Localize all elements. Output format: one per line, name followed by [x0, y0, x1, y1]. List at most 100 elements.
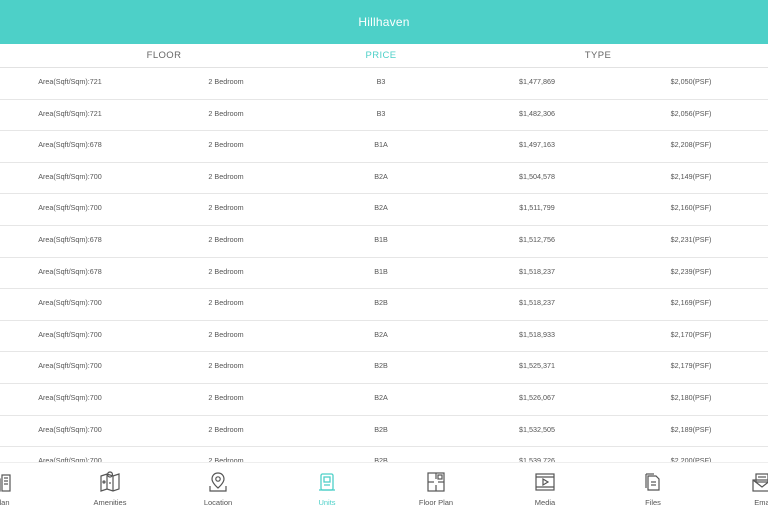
tab-ema[interactable]: Ema	[717, 463, 768, 512]
unit-psf: $2,180(PSF)	[670, 392, 712, 402]
unit-price: $1,482,306	[519, 108, 555, 118]
unit-area: Area(Sqft/Sqm):700	[38, 298, 102, 308]
table-row[interactable]: Area(Sqft/Sqm):700 2 Bedroom B2B $1,525,371…	[0, 352, 768, 384]
bottom-tab-bar: Plan Amenities Location Units Floor Plan Medi…	[0, 462, 768, 512]
files-icon	[642, 471, 664, 493]
unit-bedrooms: 2 Bedroom	[208, 361, 244, 371]
unit-psf: $2,239(PSF)	[670, 266, 712, 276]
unit-area: Area(Sqft/Sqm):700	[38, 203, 102, 213]
tab-plan[interactable]: Plan	[0, 463, 47, 512]
unit-bedrooms: 2 Bedroom	[208, 266, 244, 276]
unit-type: B2A	[374, 171, 388, 181]
table-row[interactable]: Area(Sqft/Sqm):721 2 Bedroom B3 $1,477,869 $…	[0, 68, 768, 100]
unit-psf: $2,208(PSF)	[670, 140, 712, 150]
unit-psf: $2,169(PSF)	[670, 298, 712, 308]
tab-location[interactable]: Location	[173, 463, 263, 512]
table-row[interactable]: Area(Sqft/Sqm):678 2 Bedroom B1A $1,497,163…	[0, 131, 768, 163]
unit-type: B2A	[374, 392, 388, 402]
tab-floor-plan[interactable]: Floor Plan	[391, 463, 481, 512]
unit-price: $1,518,933	[519, 329, 555, 339]
media-play-icon	[534, 471, 556, 493]
unit-type: B2A	[374, 329, 388, 339]
unit-type: B2A	[374, 203, 388, 213]
unit-bedrooms: 2 Bedroom	[208, 203, 244, 213]
tab-amenities[interactable]: Amenities	[65, 463, 155, 512]
tab-label: Location	[203, 498, 233, 507]
unit-price: $1,518,237	[519, 266, 555, 276]
tab-label: Amenities	[93, 498, 127, 507]
table-row[interactable]: Area(Sqft/Sqm):700 2 Bedroom B2A $1,526,067…	[0, 384, 768, 416]
unit-area: Area(Sqft/Sqm):721	[38, 108, 102, 118]
sort-floor-button[interactable]: FLOOR	[147, 44, 182, 68]
unit-type: B1B	[374, 234, 388, 244]
table-row[interactable]: Area(Sqft/Sqm):700 2 Bedroom B2A $1,511,799…	[0, 194, 768, 226]
unit-bedrooms: 2 Bedroom	[208, 392, 244, 402]
unit-bedrooms: 2 Bedroom	[208, 171, 244, 181]
unit-bedrooms: 2 Bedroom	[208, 140, 244, 150]
sort-bar: FLOOR PRICE TYPE	[0, 44, 768, 68]
unit-psf: $2,170(PSF)	[670, 329, 712, 339]
unit-area: Area(Sqft/Sqm):700	[38, 171, 102, 181]
unit-type: B3	[376, 77, 386, 86]
unit-area: Area(Sqft/Sqm):700	[38, 329, 102, 339]
unit-psf: $2,050(PSF)	[670, 77, 712, 86]
unit-type: B3	[376, 108, 386, 118]
tab-label: Media	[534, 498, 556, 507]
unit-area: Area(Sqft/Sqm):678	[38, 266, 102, 276]
unit-area: Area(Sqft/Sqm):678	[38, 140, 102, 150]
app-header: Hillhaven	[0, 0, 768, 44]
unit-price: $1,477,869	[519, 77, 555, 86]
unit-area: Area(Sqft/Sqm):721	[38, 77, 102, 86]
unit-type: B2B	[374, 298, 388, 308]
unit-type: B1A	[374, 140, 388, 150]
unit-bedrooms: 2 Bedroom	[208, 329, 244, 339]
table-row[interactable]: Area(Sqft/Sqm):678 2 Bedroom B1B $1,512,756…	[0, 226, 768, 258]
unit-psf: $2,160(PSF)	[670, 203, 712, 213]
unit-price: $1,512,756	[519, 234, 555, 244]
unit-psf: $2,189(PSF)	[670, 424, 712, 434]
unit-type: B2B	[374, 456, 388, 462]
table-row[interactable]: Area(Sqft/Sqm):678 2 Bedroom B1B $1,518,237…	[0, 258, 768, 290]
page-title: Hillhaven	[358, 15, 410, 29]
table-row[interactable]: Area(Sqft/Sqm):700 2 Bedroom B2B $1,532,505…	[0, 416, 768, 448]
unit-psf: $2,179(PSF)	[670, 361, 712, 371]
unit-psf: $2,149(PSF)	[670, 171, 712, 181]
unit-bedrooms: 2 Bedroom	[208, 424, 244, 434]
unit-price: $1,539,726	[519, 456, 555, 462]
table-row[interactable]: Area(Sqft/Sqm):700 2 Bedroom B2B $1,518,237…	[0, 289, 768, 321]
units-icon	[316, 471, 338, 493]
table-row[interactable]: Area(Sqft/Sqm):700 2 Bedroom B2A $1,504,578…	[0, 163, 768, 195]
tab-media[interactable]: Media	[500, 463, 590, 512]
tab-units[interactable]: Units	[282, 463, 372, 512]
unit-area: Area(Sqft/Sqm):700	[38, 424, 102, 434]
unit-price: $1,525,371	[519, 361, 555, 371]
unit-type: B2B	[374, 361, 388, 371]
unit-price: $1,497,163	[519, 140, 555, 150]
unit-psf: $2,231(PSF)	[670, 234, 712, 244]
tab-label: Plan	[0, 498, 10, 507]
tab-label: Units	[318, 498, 336, 507]
tab-files[interactable]: Files	[608, 463, 698, 512]
table-row[interactable]: Area(Sqft/Sqm):700 2 Bedroom B2B $1,539,726…	[0, 447, 768, 462]
unit-area: Area(Sqft/Sqm):678	[38, 234, 102, 244]
table-row[interactable]: Area(Sqft/Sqm):721 2 Bedroom B3 $1,482,306 $…	[0, 100, 768, 132]
map-icon	[99, 471, 121, 493]
unit-type: B1B	[374, 266, 388, 276]
sort-price-button[interactable]: PRICE	[365, 44, 396, 68]
table-row[interactable]: Area(Sqft/Sqm):700 2 Bedroom B2A $1,518,933…	[0, 321, 768, 353]
unit-price: $1,511,799	[519, 203, 555, 213]
unit-bedrooms: 2 Bedroom	[208, 456, 244, 462]
tab-label: Floor Plan	[418, 498, 454, 507]
unit-area: Area(Sqft/Sqm):700	[38, 456, 102, 462]
unit-bedrooms: 2 Bedroom	[208, 298, 244, 308]
unit-price: $1,504,578	[519, 171, 555, 181]
sort-type-button[interactable]: TYPE	[585, 44, 611, 68]
tab-label: Files	[645, 498, 661, 507]
site-plan-icon	[0, 471, 13, 493]
unit-psf: $2,200(PSF)	[670, 456, 712, 462]
unit-bedrooms: 2 Bedroom	[208, 234, 244, 244]
units-list[interactable]: Area(Sqft/Sqm):721 2 Bedroom B3 $1,477,869 $…	[0, 68, 768, 462]
tab-label: Ema	[754, 498, 768, 507]
unit-area: Area(Sqft/Sqm):700	[38, 392, 102, 402]
email-icon	[751, 471, 768, 493]
